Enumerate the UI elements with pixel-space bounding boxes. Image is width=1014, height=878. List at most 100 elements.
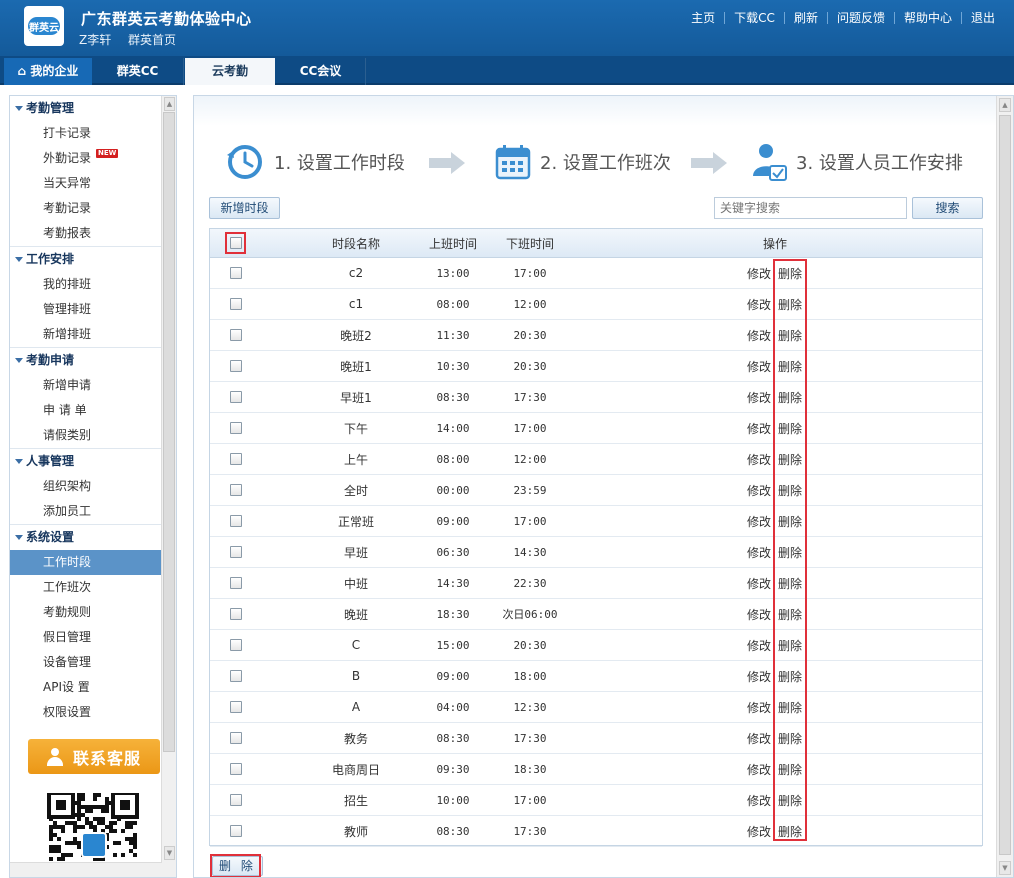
edit-link[interactable]: 修改 [747,537,771,567]
sidebar-item[interactable]: 设备管理 [10,650,162,675]
edit-link[interactable]: 修改 [747,630,771,660]
sidebar-item[interactable]: 权限设置 [10,700,162,725]
row-checkbox[interactable] [230,515,242,527]
scroll-up-icon[interactable]: ▲ [164,97,175,111]
sidebar-hscrollbar[interactable] [10,862,162,877]
scroll-up-icon[interactable]: ▲ [999,98,1011,112]
sidebar-group-title[interactable]: 系统设置 [10,525,162,550]
delete-link[interactable]: 删除 [778,630,802,660]
scroll-down-icon[interactable]: ▼ [999,861,1011,875]
edit-link[interactable]: 修改 [747,320,771,350]
delete-link[interactable]: 删除 [778,413,802,443]
delete-link[interactable]: 删除 [778,258,802,288]
contact-service-button[interactable]: 联系客服 [28,739,160,774]
delete-link[interactable]: 删除 [778,692,802,722]
sidebar-item[interactable]: 我的排班 [10,272,162,297]
link-logout[interactable]: 退出 [962,9,1004,26]
edit-link[interactable]: 修改 [747,816,771,846]
sidebar-item[interactable]: 工作时段 [10,550,162,575]
sidebar-item[interactable]: 管理排班 [10,297,162,322]
edit-link[interactable]: 修改 [747,444,771,474]
row-checkbox[interactable] [230,701,242,713]
delete-link[interactable]: 删除 [778,382,802,412]
keyword-search-input[interactable] [714,197,907,219]
sidebar-item[interactable]: 当天异常 [10,171,162,196]
scroll-thumb[interactable] [163,112,175,752]
step-work-shift[interactable]: 2. 设置工作班次 [494,140,671,184]
row-checkbox[interactable] [230,422,242,434]
delete-link[interactable]: 删除 [778,444,802,474]
sidebar-item[interactable]: 假日管理 [10,625,162,650]
search-button[interactable]: 搜索 [912,197,983,219]
row-checkbox[interactable] [230,329,242,341]
row-checkbox[interactable] [230,360,242,372]
edit-link[interactable]: 修改 [747,568,771,598]
row-checkbox[interactable] [230,670,242,682]
row-checkbox[interactable] [230,639,242,651]
edit-link[interactable]: 修改 [747,258,771,288]
row-checkbox[interactable] [230,484,242,496]
edit-link[interactable]: 修改 [747,599,771,629]
edit-link[interactable]: 修改 [747,692,771,722]
row-checkbox[interactable] [230,763,242,775]
sidebar-scrollbar[interactable]: ▲ ▼ [161,96,176,877]
delete-link[interactable]: 删除 [778,816,802,846]
row-checkbox[interactable] [230,546,242,558]
select-all-checkbox[interactable] [230,237,242,249]
tab-qunying-cc[interactable]: 群英CC [92,58,184,85]
home-link[interactable]: 群英首页 [128,31,176,48]
sidebar-item[interactable]: 打卡记录 [10,121,162,146]
sidebar-item[interactable]: 考勤记录 [10,196,162,221]
row-checkbox[interactable] [230,608,242,620]
delete-link[interactable]: 删除 [778,475,802,505]
row-checkbox[interactable] [230,267,242,279]
sidebar-item[interactable]: 工作班次 [10,575,162,600]
sidebar-item[interactable]: 新增排班 [10,322,162,347]
step-staff-arrangement[interactable]: 3. 设置人员工作安排 [752,140,963,184]
row-checkbox[interactable] [230,825,242,837]
sidebar-item[interactable]: 新增申请 [10,373,162,398]
tab-cc-meeting[interactable]: CC会议 [276,58,366,85]
sidebar-item[interactable]: 申 请 单 [10,398,162,423]
app-logo[interactable]: 群英云 [24,6,64,46]
edit-link[interactable]: 修改 [747,413,771,443]
delete-link[interactable]: 删除 [778,320,802,350]
delete-link[interactable]: 删除 [778,661,802,691]
delete-link[interactable]: 删除 [778,289,802,319]
link-download-cc[interactable]: 下载CC [725,9,784,26]
delete-link[interactable]: 删除 [778,537,802,567]
tab-cloud-attendance[interactable]: 云考勤 [185,58,275,85]
delete-link[interactable]: 删除 [778,568,802,598]
scroll-down-icon[interactable]: ▼ [164,846,175,860]
link-feedback[interactable]: 问题反馈 [828,9,894,26]
step-work-period[interactable]: 1. 设置工作时段 [224,140,405,184]
edit-link[interactable]: 修改 [747,723,771,753]
batch-delete-button[interactable]: 删 除 [212,856,263,876]
edit-link[interactable]: 修改 [747,754,771,784]
sidebar-group-title[interactable]: 工作安排 [10,247,162,272]
tab-my-company[interactable]: ⌂ 我的企业 [4,58,92,85]
sidebar-item[interactable]: 添加员工 [10,499,162,524]
add-period-button[interactable]: 新增时段 [209,197,280,219]
edit-link[interactable]: 修改 [747,475,771,505]
sidebar-item[interactable]: 组织架构 [10,474,162,499]
row-checkbox[interactable] [230,391,242,403]
main-scrollbar[interactable]: ▲ ▼ [996,96,1013,877]
delete-link[interactable]: 删除 [778,754,802,784]
sidebar-item[interactable]: 考勤规则 [10,600,162,625]
sidebar-group-title[interactable]: 考勤管理 [10,96,162,121]
edit-link[interactable]: 修改 [747,351,771,381]
edit-link[interactable]: 修改 [747,661,771,691]
delete-link[interactable]: 删除 [778,506,802,536]
sidebar-item[interactable]: 考勤报表 [10,221,162,246]
sidebar-item[interactable]: API设 置 [10,675,162,700]
row-checkbox[interactable] [230,732,242,744]
row-checkbox[interactable] [230,577,242,589]
link-refresh[interactable]: 刷新 [785,9,827,26]
scroll-thumb[interactable] [999,115,1011,855]
edit-link[interactable]: 修改 [747,506,771,536]
row-checkbox[interactable] [230,298,242,310]
delete-link[interactable]: 删除 [778,723,802,753]
delete-link[interactable]: 删除 [778,599,802,629]
row-checkbox[interactable] [230,794,242,806]
